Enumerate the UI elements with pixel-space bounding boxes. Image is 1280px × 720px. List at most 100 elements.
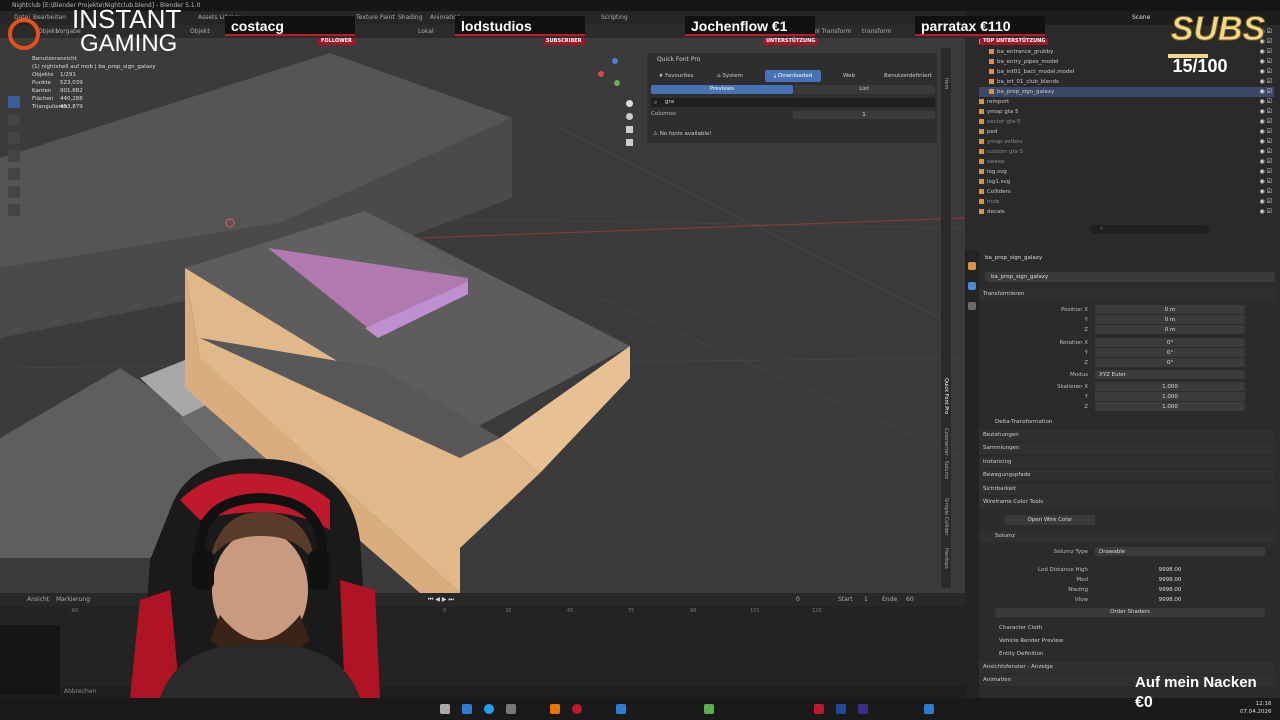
app-icon[interactable] bbox=[858, 704, 868, 714]
x-axis-icon[interactable] bbox=[598, 71, 604, 77]
measure-tool-icon[interactable] bbox=[8, 204, 20, 216]
entity-definition-section[interactable]: Entity Definition bbox=[975, 649, 1275, 660]
pan-icon[interactable] bbox=[626, 113, 633, 120]
sidebar-tab-item[interactable]: Item bbox=[942, 78, 950, 89]
solumz-type-select[interactable]: Drawable bbox=[1095, 547, 1265, 556]
position-x-field[interactable]: 0 m bbox=[1095, 305, 1245, 314]
tab-shading[interactable]: Shading bbox=[398, 11, 422, 25]
outliner-row[interactable]: log1.svg ◉ ☑ bbox=[979, 177, 1274, 187]
app-icon[interactable] bbox=[572, 704, 582, 714]
position-z-field[interactable]: 0 m bbox=[1095, 325, 1245, 334]
search-icon[interactable] bbox=[440, 704, 450, 714]
lod-med-field[interactable]: 9998.00 bbox=[1095, 575, 1245, 584]
outliner-row[interactable]: vector gta 5 ◉ ☑ bbox=[979, 117, 1274, 127]
columns-field[interactable]: 1 bbox=[793, 111, 935, 119]
tab-favourites[interactable]: ★ Favourites bbox=[651, 70, 701, 82]
collections-section[interactable]: Sammlungen bbox=[975, 443, 1275, 454]
app-icon[interactable] bbox=[616, 704, 626, 714]
scale-x-field[interactable]: 1.000 bbox=[1095, 382, 1245, 391]
lod-high-field[interactable]: 9998.00 bbox=[1095, 565, 1245, 574]
outliner-row[interactable]: ymap gta 5 ◉ ☑ bbox=[979, 107, 1274, 117]
outliner-row[interactable]: log.svg ◉ ☑ bbox=[979, 167, 1274, 177]
app-icon[interactable] bbox=[836, 704, 846, 714]
tab-list[interactable]: List bbox=[793, 85, 935, 94]
current-frame-field[interactable]: 0 bbox=[796, 593, 800, 606]
explorer-icon[interactable] bbox=[462, 704, 472, 714]
transform-dropdown[interactable]: transform bbox=[862, 25, 891, 38]
relations-section[interactable]: Beziehungen bbox=[975, 430, 1275, 441]
sidebar-tab-simple-collider[interactable]: Simple Collider bbox=[942, 498, 950, 536]
character-cloth-section[interactable]: Character Cloth bbox=[975, 623, 1275, 634]
object-properties-icon[interactable] bbox=[968, 262, 976, 270]
annotate-tool-icon[interactable] bbox=[8, 186, 20, 198]
visibility-section[interactable]: Sichtbarkeit bbox=[975, 484, 1275, 495]
tab-scripting[interactable]: Scripting bbox=[601, 11, 628, 25]
instancing-section[interactable]: Instancing bbox=[975, 457, 1275, 468]
start-field[interactable]: 1 bbox=[864, 593, 868, 606]
app-icon[interactable] bbox=[814, 704, 824, 714]
sidebar-tab-colorwriter[interactable]: Colorwriter - Solumz bbox=[942, 428, 950, 479]
object-name-field[interactable]: ba_prop_sign_galaxy bbox=[985, 272, 1275, 282]
lod-low-field[interactable]: 9998.00 bbox=[1095, 585, 1245, 594]
outliner-row[interactable]: Colliders ◉ ☑ bbox=[979, 187, 1274, 197]
scale-y-field[interactable]: 1.000 bbox=[1095, 392, 1245, 401]
outliner-row[interactable]: mob ◉ ☑ bbox=[979, 197, 1274, 207]
outliner-row[interactable]: sweep ◉ ☑ bbox=[979, 157, 1274, 167]
grid-icon[interactable] bbox=[626, 139, 633, 146]
outliner-row[interactable]: custom gta 5 ◉ ☑ bbox=[979, 147, 1274, 157]
modifier-icon[interactable] bbox=[968, 282, 976, 290]
solumz-section[interactable]: Solumz bbox=[975, 531, 1275, 542]
tab-web[interactable]: Web bbox=[825, 70, 873, 82]
outliner-row[interactable]: ped ◉ ☑ bbox=[979, 127, 1274, 137]
tab-custom[interactable]: Benutzerdefiniert bbox=[879, 70, 937, 82]
pivot-selector[interactable]: Lokal bbox=[418, 25, 434, 38]
rotation-y-field[interactable]: 0° bbox=[1095, 348, 1245, 357]
timeline-marker-menu[interactable]: Markierung bbox=[56, 593, 90, 606]
view-menu-object[interactable]: Objekt bbox=[190, 25, 210, 38]
move-tool-icon[interactable] bbox=[8, 132, 20, 144]
end-field[interactable]: 60 bbox=[906, 593, 914, 606]
cursor-tool-icon[interactable] bbox=[8, 114, 20, 126]
scene-selector[interactable]: Scene bbox=[1132, 11, 1150, 25]
select-tool-icon[interactable] bbox=[8, 96, 20, 108]
outliner-row-selected[interactable]: ba_prop_sign_galaxy ◉ ☑ bbox=[979, 87, 1274, 97]
sidebar-tab-hardops[interactable]: Hardops bbox=[942, 548, 950, 569]
position-y-field[interactable]: 0 m bbox=[1095, 315, 1245, 324]
rotation-x-field[interactable]: 0° bbox=[1095, 338, 1245, 347]
navigation-gizmo[interactable] bbox=[596, 58, 626, 88]
delta-transform-section[interactable]: Delta-Transformation bbox=[975, 417, 1275, 428]
rotate-tool-icon[interactable] bbox=[8, 150, 20, 162]
zoom-icon[interactable] bbox=[626, 100, 633, 107]
tab-texture-paint[interactable]: Texture Paint bbox=[356, 11, 395, 25]
app-icon[interactable] bbox=[704, 704, 714, 714]
app-icon[interactable] bbox=[924, 704, 934, 714]
app-icon[interactable] bbox=[506, 704, 516, 714]
transform-section[interactable]: Transformieren bbox=[975, 289, 1275, 300]
material-icon[interactable] bbox=[968, 302, 976, 310]
outliner-row[interactable]: ymap setbov ◉ ☑ bbox=[979, 137, 1274, 147]
blender-icon[interactable] bbox=[550, 704, 560, 714]
lod-vlow-field[interactable]: 9998.00 bbox=[1095, 595, 1245, 604]
rotation-mode-select[interactable]: XYZ Euler bbox=[1095, 370, 1245, 379]
sidebar-tab-quick-font-pro[interactable]: Quick Font Pro bbox=[942, 378, 950, 414]
scale-tool-icon[interactable] bbox=[8, 168, 20, 180]
outliner-row[interactable]: remport ◉ ☑ bbox=[979, 97, 1274, 107]
playback-controls[interactable]: ⏮ ◀ ▶ ⏭ bbox=[428, 593, 454, 606]
open-wire-color-button[interactable]: Open Wire Color bbox=[1005, 515, 1095, 525]
order-shaders-button[interactable]: Order Shaders bbox=[995, 608, 1265, 617]
edge-icon[interactable] bbox=[484, 704, 494, 714]
tab-downloaded[interactable]: ⤓ Downloaded bbox=[765, 70, 821, 82]
tab-previews[interactable]: Previews bbox=[651, 85, 793, 94]
motion-paths-section[interactable]: Bewegungspfade bbox=[975, 470, 1275, 481]
outliner-row[interactable]: decals ◉ ☑ bbox=[979, 207, 1274, 217]
vehicle-render-preview-section[interactable]: Vehicle Render Preview bbox=[975, 636, 1275, 647]
z-axis-icon[interactable] bbox=[612, 58, 618, 64]
wireframe-color-section[interactable]: Wireframe Color Tools bbox=[975, 497, 1275, 508]
tab-system[interactable]: ⌂ System bbox=[705, 70, 755, 82]
y-axis-icon[interactable] bbox=[614, 80, 620, 86]
camera-icon[interactable] bbox=[626, 126, 633, 133]
font-search-input[interactable]: gra bbox=[651, 98, 935, 107]
scale-z-field[interactable]: 1.000 bbox=[1095, 402, 1245, 411]
properties-search-input[interactable]: ⌕ bbox=[1090, 225, 1210, 234]
timeline-view-menu[interactable]: Ansicht bbox=[27, 593, 49, 606]
